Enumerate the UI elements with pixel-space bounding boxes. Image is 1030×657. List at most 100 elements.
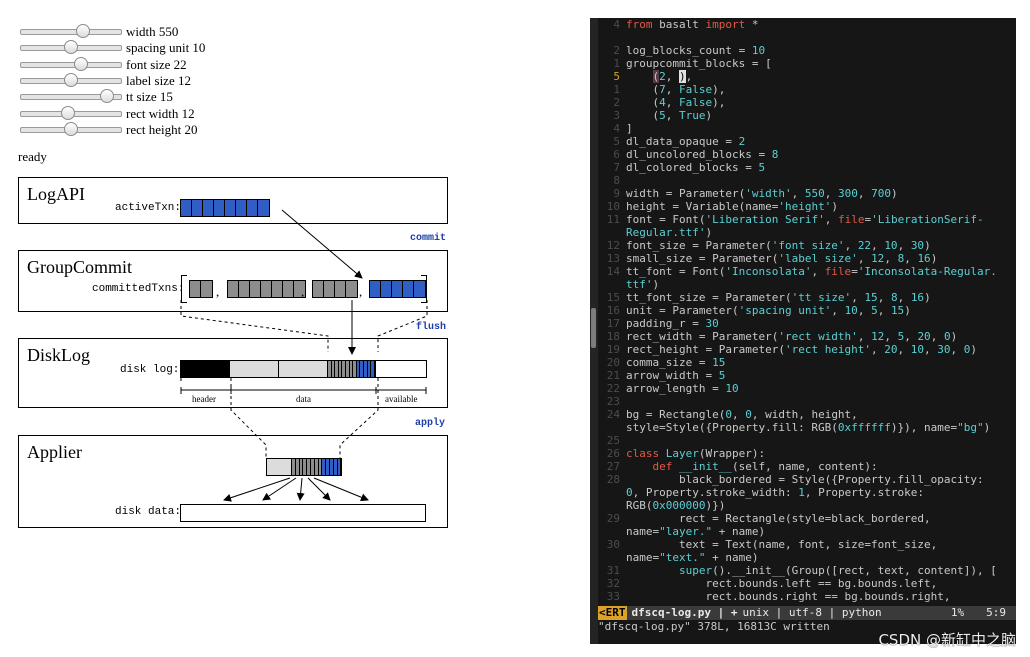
code-text: rect = Rectangle(style=black_bordered, (626, 512, 931, 525)
applier-data-region (267, 459, 292, 475)
slider-track[interactable] (20, 89, 122, 104)
slider-thumb[interactable] (64, 72, 78, 87)
parameter-slider[interactable]: rect height 20 (20, 121, 198, 138)
code-text: arrow_length = 10 (626, 382, 739, 395)
line-number: 20 (606, 356, 620, 369)
code-text: bg = Rectangle(0, 0, width, height, (626, 408, 858, 421)
code-line[interactable]: 32 rect.bounds.left == bg.bounds.left, (598, 577, 1016, 590)
line-number: 26 (606, 447, 620, 460)
code-line[interactable]: 29 rect = Rectangle(style=black_bordered… (598, 512, 1016, 525)
code-text: (4, False), (626, 96, 726, 109)
code-text: rect.bounds.left == bg.bounds.left, (626, 577, 938, 590)
slider-track[interactable] (20, 72, 122, 87)
code-line[interactable]: 4] (598, 122, 1016, 135)
slider-thumb[interactable] (64, 121, 78, 136)
code-line[interactable]: 15 tt_font_size = Parameter('tt size', 15… (598, 291, 1016, 304)
code-line[interactable]: 0, Property.stroke_width: 1, Property.st… (598, 486, 1016, 499)
watermark-text: CSDN @新缸中之脑 (878, 631, 1016, 649)
code-line[interactable]: 23 (598, 395, 1016, 408)
line-number: 3 (613, 109, 620, 122)
code-text: rect.bounds.right == bg.bounds.right, (626, 590, 951, 603)
status-separator: | (768, 606, 789, 619)
code-line[interactable]: 25 (598, 434, 1016, 447)
code-line[interactable]: 11 font = Font('Liberation Serif', file='… (598, 213, 1016, 226)
code-line[interactable]: 27 def __init__(self, name, content): (598, 460, 1016, 473)
disk-log-active-blocks (327, 361, 375, 377)
code-line[interactable]: 28 black_bordered = Style({Property.fill… (598, 473, 1016, 486)
layer-title-disklog: DiskLog (27, 345, 90, 365)
code-line[interactable]: 2 (4, False), (598, 96, 1016, 109)
code-line[interactable]: 13 small_size = Parameter('label size', 1… (598, 252, 1016, 265)
code-line[interactable]: RGB(0x000000)}) (598, 499, 1016, 512)
slider-track[interactable] (20, 24, 122, 38)
code-line[interactable]: 20 comma_size = 15 (598, 356, 1016, 369)
code-line[interactable]: 9 width = Parameter('width', 550, 300, 70… (598, 187, 1016, 200)
code-line[interactable]: 8 (598, 174, 1016, 187)
code-line[interactable]: 18 rect_width = Parameter('rect width', 1… (598, 330, 1016, 343)
line-number: 29 (606, 512, 620, 525)
split-drag-handle[interactable] (591, 308, 596, 348)
code-line[interactable]: name="text." + name) (598, 551, 1016, 564)
code-line[interactable]: 7 dl_colored_blocks = 5 (598, 161, 1016, 174)
code-line[interactable]: name="layer." + name) (598, 525, 1016, 538)
code-line[interactable]: 10 height = Variable(name='height') (598, 200, 1016, 213)
code-text: groupcommit_blocks = [ (626, 57, 772, 70)
segment-label-available: available (385, 394, 418, 404)
code-line[interactable]: 1 groupcommit_blocks = [ (598, 57, 1016, 70)
code-line[interactable]: 16 unit = Parameter('spacing unit', 10, 5… (598, 304, 1016, 317)
code-line[interactable]: 6 dl_uncolored_blocks = 8 (598, 148, 1016, 161)
code-line[interactable]: 14 tt_font = Font('Inconsolata', file='In… (598, 265, 1016, 278)
active-txn-label: activeTxn: (115, 202, 182, 214)
code-line[interactable]: 26 class Layer(Wrapper): (598, 447, 1016, 460)
slider-track[interactable] (20, 121, 122, 136)
code-text: unit = Parameter('spacing unit', 10, 5, … (626, 304, 911, 317)
code-line[interactable]: style=Style({Property.fill: RGB(0xffffff… (598, 421, 1016, 434)
code-buffer[interactable]: 4 from basalt import * 2 log_blocks_count =… (598, 18, 1016, 606)
code-line[interactable]: 5 (2, ), (598, 70, 1016, 83)
code-text: super().__init__(Group([rect, text, cont… (678, 564, 997, 577)
code-line[interactable]: 33 rect.bounds.right == bg.bounds.right, (598, 590, 1016, 603)
slider-track[interactable] (20, 105, 122, 120)
parameter-slider[interactable]: width 550 (20, 24, 178, 40)
code-line[interactable]: 31 super().__init__(Group([rect, text, c… (598, 564, 1016, 577)
parameter-slider[interactable]: rect width 12 (20, 105, 195, 122)
layer-title-logapi: LogAPI (27, 184, 85, 204)
slider-thumb[interactable] (64, 40, 78, 55)
code-line[interactable]: 4 from basalt import * (598, 18, 1016, 31)
code-line[interactable]: 3 (5, True) (598, 109, 1016, 122)
slider-thumb[interactable] (74, 56, 88, 71)
code-line[interactable]: Regular.ttf') (598, 226, 1016, 239)
segment-label-data: data (296, 394, 311, 404)
slider-thumb[interactable] (61, 105, 75, 120)
line-number: 31 (606, 564, 620, 577)
parameter-slider[interactable]: tt size 15 (20, 89, 173, 105)
code-line[interactable]: 12 font_size = Parameter('font size', 22,… (598, 239, 1016, 252)
vim-editor[interactable]: 4 from basalt import * 2 log_blocks_count =… (590, 18, 1016, 644)
slider-label: rect height 20 (126, 121, 198, 137)
code-line[interactable]: 2 log_blocks_count = 10 (598, 44, 1016, 57)
parameter-slider[interactable]: font size 22 (20, 56, 187, 73)
parameter-slider[interactable]: label size 12 (20, 72, 191, 89)
code-line[interactable]: 19 rect_height = Parameter('rect height',… (598, 343, 1016, 356)
code-line[interactable] (598, 31, 1016, 44)
code-line[interactable]: 24 bg = Rectangle(0, 0, width, height, (598, 408, 1016, 421)
slider-thumb[interactable] (100, 89, 114, 104)
code-text: height = Variable(name='height') (626, 200, 838, 213)
code-text: 0, Property.stroke_width: 1, Property.st… (626, 486, 925, 499)
code-line[interactable]: 22 arrow_length = 10 (598, 382, 1016, 395)
code-line[interactable]: ttf') (598, 278, 1016, 291)
slider-thumb[interactable] (76, 24, 90, 38)
code-line[interactable]: 21 arrow_width = 5 (598, 369, 1016, 382)
code-line[interactable]: 30 text = Text(name, font, size=font_siz… (598, 538, 1016, 551)
layer-groupcommit: GroupCommit committedTxns: , , , (18, 250, 448, 312)
code-line[interactable]: 17 padding_r = 30 (598, 317, 1016, 330)
parameter-slider[interactable]: spacing unit 10 (20, 40, 205, 56)
code-text: log_blocks_count = 10 (626, 44, 766, 57)
slider-track[interactable] (20, 40, 122, 55)
line-number: 2 (613, 96, 620, 109)
line-number: 33 (606, 590, 620, 603)
code-line[interactable]: 1 (7, False), (598, 83, 1016, 96)
slider-track[interactable] (20, 56, 122, 71)
code-line[interactable]: 5 dl_data_opaque = 2 (598, 135, 1016, 148)
split-divider[interactable] (590, 18, 598, 644)
